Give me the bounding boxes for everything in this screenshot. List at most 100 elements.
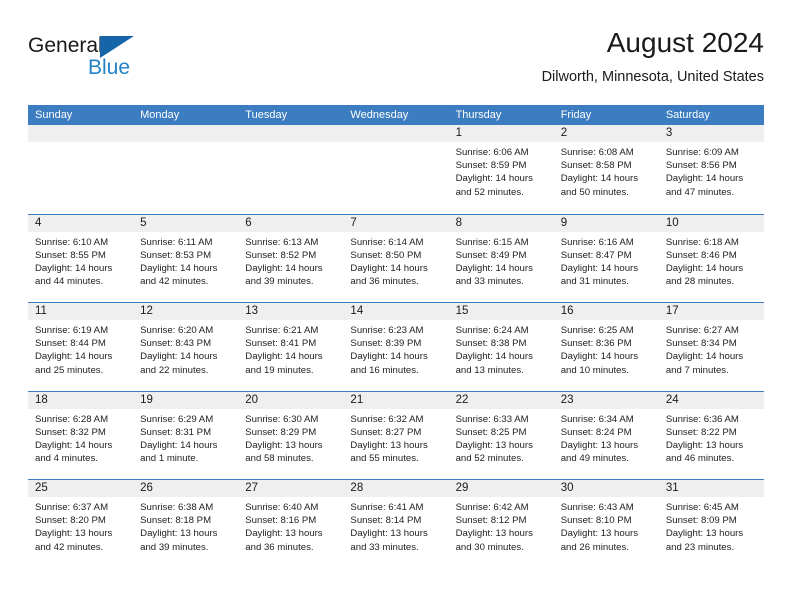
day-number: 17 — [658, 303, 764, 320]
day-number: 12 — [133, 303, 239, 320]
calendar-day-cell[interactable]: 15 Sunrise: 6:24 AM Sunset: 8:38 PM Dayligh… — [448, 303, 554, 391]
day-sun-info: Sunrise: 6:20 AM Sunset: 8:43 PM Daylight:… — [133, 320, 238, 377]
calendar-week-row: 4 Sunrise: 6:10 AM Sunset: 8:55 PM Daylight… — [28, 213, 764, 302]
calendar-day-cell[interactable]: 13 Sunrise: 6:21 AM Sunset: 8:41 PM Dayligh… — [238, 303, 344, 391]
day-sun-info: Sunrise: 6:34 AM Sunset: 8:24 PM Daylight:… — [554, 409, 659, 466]
day-daylight-1-text: Daylight: 13 hours — [665, 439, 744, 451]
day-sunset-text: Sunset: 8:46 PM — [665, 249, 737, 261]
day-number: 10 — [658, 214, 764, 232]
day-sun-info: Sunrise: 6:37 AM Sunset: 8:20 PM Daylight:… — [28, 497, 133, 554]
calendar-day-cell[interactable]: 5 Sunrise: 6:11 AM Sunset: 8:53 PM Daylight… — [133, 214, 239, 302]
calendar-day-cell[interactable]: 14 Sunrise: 6:23 AM Sunset: 8:39 PM Dayligh… — [343, 303, 449, 391]
calendar-day-cell[interactable]: 23 Sunrise: 6:34 AM Sunset: 8:24 PM Dayligh… — [553, 391, 659, 479]
day-number — [343, 125, 449, 142]
calendar-day-cell[interactable]: 4 Sunrise: 6:10 AM Sunset: 8:55 PM Daylight… — [28, 214, 134, 302]
calendar-day-cell[interactable]: 17 Sunrise: 6:27 AM Sunset: 8:34 PM Dayligh… — [658, 303, 764, 391]
calendar-day-cell[interactable]: 1 Sunrise: 6:06 AM Sunset: 8:59 PM Daylight… — [448, 125, 554, 214]
calendar-day-cell[interactable]: 21 Sunrise: 6:32 AM Sunset: 8:27 PM Dayligh… — [343, 391, 449, 479]
day-number: 24 — [658, 391, 764, 409]
day-number: 16 — [553, 303, 659, 320]
day-sun-info: Sunrise: 6:24 AM Sunset: 8:38 PM Daylight:… — [449, 320, 554, 377]
calendar-week-row: 25 Sunrise: 6:37 AM Sunset: 8:20 PM Dayligh… — [28, 479, 764, 568]
day-sunset-text: Sunset: 8:52 PM — [245, 249, 317, 261]
day-daylight-2-text: and 7 minutes. — [665, 364, 729, 376]
day-daylight-2-text: and 47 minutes. — [665, 186, 735, 198]
day-daylight-1-text: Daylight: 13 hours — [455, 528, 533, 540]
calendar-weeks: 1 Sunrise: 6:06 AM Sunset: 8:59 PM Daylight… — [28, 125, 764, 568]
day-sunset-text: Sunset: 8:18 PM — [140, 515, 212, 527]
calendar-day-cell[interactable]: 25 Sunrise: 6:37 AM Sunset: 8:20 PM Dayligh… — [28, 480, 134, 568]
calendar-day-cell[interactable]: 3 Sunrise: 6:09 AM Sunset: 8:56 PM Daylight… — [658, 125, 764, 214]
day-daylight-1-text: Daylight: 14 hours — [560, 173, 639, 185]
day-sunrise-text: Sunrise: 6:43 AM — [560, 502, 634, 513]
calendar-day-cell[interactable]: 9 Sunrise: 6:16 AM Sunset: 8:47 PM Daylight… — [553, 214, 659, 302]
day-number: 30 — [553, 480, 659, 497]
calendar-day-cell[interactable]: 11 Sunrise: 6:19 AM Sunset: 8:44 PM Dayligh… — [28, 303, 134, 391]
day-daylight-2-text: and 49 minutes. — [560, 453, 629, 465]
calendar-day-cell[interactable]: 24 Sunrise: 6:36 AM Sunset: 8:22 PM Dayligh… — [658, 391, 764, 479]
day-daylight-1-text: Daylight: 13 hours — [350, 528, 428, 540]
day-sunrise-text: Sunrise: 6:25 AM — [560, 325, 634, 336]
calendar-day-cell[interactable]: 28 Sunrise: 6:41 AM Sunset: 8:14 PM Dayligh… — [343, 480, 449, 568]
day-sunset-text: Sunset: 8:47 PM — [560, 249, 632, 261]
day-number: 22 — [448, 391, 554, 409]
calendar-day-cell[interactable]: 2 Sunrise: 6:08 AM Sunset: 8:58 PM Daylight… — [553, 125, 659, 214]
day-daylight-1-text: Daylight: 14 hours — [140, 351, 218, 363]
calendar-day-cell[interactable]: 16 Sunrise: 6:25 AM Sunset: 8:36 PM Dayligh… — [553, 303, 659, 391]
page-header: General Blue August 2024 Dilworth, Minne… — [28, 26, 764, 98]
general-blue-logo[interactable]: General Blue — [28, 34, 228, 94]
day-sunrise-text: Sunrise: 6:23 AM — [350, 325, 424, 336]
calendar-day-cell[interactable]: 31 Sunrise: 6:45 AM Sunset: 8:09 PM Dayligh… — [658, 480, 764, 568]
day-sun-info: Sunrise: 6:43 AM Sunset: 8:10 PM Daylight:… — [554, 497, 659, 554]
day-sunset-text: Sunset: 8:14 PM — [350, 515, 422, 527]
calendar-day-cell[interactable]: 7 Sunrise: 6:14 AM Sunset: 8:50 PM Daylight… — [343, 214, 449, 302]
calendar-day-cell-empty — [343, 125, 449, 214]
day-sun-info: Sunrise: 6:14 AM Sunset: 8:50 PM Daylight:… — [343, 232, 448, 289]
calendar-day-cell[interactable]: 20 Sunrise: 6:30 AM Sunset: 8:29 PM Dayligh… — [238, 391, 344, 479]
calendar-day-cell[interactable]: 19 Sunrise: 6:29 AM Sunset: 8:31 PM Dayligh… — [133, 391, 239, 479]
day-daylight-2-text: and 33 minutes. — [455, 276, 524, 288]
day-number — [238, 125, 344, 142]
calendar-day-cell[interactable]: 18 Sunrise: 6:28 AM Sunset: 8:32 PM Dayligh… — [28, 391, 134, 479]
day-number — [133, 125, 239, 142]
day-number: 27 — [238, 480, 344, 497]
day-daylight-2-text: and 26 minutes. — [560, 541, 629, 553]
day-sunset-text: Sunset: 8:49 PM — [455, 249, 527, 261]
calendar-day-cell[interactable]: 27 Sunrise: 6:40 AM Sunset: 8:16 PM Dayligh… — [238, 480, 344, 568]
day-daylight-2-text: and 52 minutes. — [455, 186, 524, 198]
day-daylight-2-text: and 36 minutes. — [245, 541, 314, 553]
day-daylight-2-text: and 19 minutes. — [245, 364, 314, 376]
day-sunset-text: Sunset: 8:50 PM — [350, 249, 422, 261]
day-daylight-2-text: and 23 minutes. — [665, 541, 735, 553]
day-daylight-2-text: and 1 minute. — [140, 453, 199, 465]
day-daylight-2-text: and 28 minutes. — [665, 276, 735, 288]
calendar-day-cell[interactable]: 22 Sunrise: 6:33 AM Sunset: 8:25 PM Dayligh… — [448, 391, 554, 479]
day-daylight-1-text: Daylight: 14 hours — [350, 351, 428, 363]
day-number: 23 — [553, 391, 659, 409]
calendar-day-cell[interactable]: 12 Sunrise: 6:20 AM Sunset: 8:43 PM Dayligh… — [133, 303, 239, 391]
day-daylight-1-text: Daylight: 13 hours — [665, 528, 744, 540]
day-number: 2 — [553, 125, 659, 142]
day-number: 9 — [553, 214, 659, 232]
day-number: 5 — [133, 214, 239, 232]
calendar-day-cell[interactable]: 30 Sunrise: 6:43 AM Sunset: 8:10 PM Dayligh… — [553, 480, 659, 568]
day-daylight-1-text: Daylight: 14 hours — [560, 262, 639, 274]
day-sunset-text: Sunset: 8:34 PM — [665, 338, 737, 350]
calendar-day-cell-empty — [238, 125, 344, 214]
day-sunrise-text: Sunrise: 6:45 AM — [665, 502, 739, 513]
day-number: 20 — [238, 391, 344, 409]
calendar-day-cell[interactable]: 26 Sunrise: 6:38 AM Sunset: 8:18 PM Dayligh… — [133, 480, 239, 568]
day-sunset-text: Sunset: 8:22 PM — [665, 426, 737, 438]
day-sunset-text: Sunset: 8:44 PM — [35, 338, 106, 350]
day-number: 6 — [238, 214, 344, 232]
day-sun-info: Sunrise: 6:06 AM Sunset: 8:59 PM Daylight:… — [449, 142, 554, 199]
calendar-day-cell[interactable]: 8 Sunrise: 6:15 AM Sunset: 8:49 PM Daylight… — [448, 214, 554, 302]
day-daylight-1-text: Daylight: 13 hours — [35, 528, 113, 540]
day-number: 21 — [343, 391, 449, 409]
day-number: 26 — [133, 480, 239, 497]
day-sunset-text: Sunset: 8:32 PM — [35, 426, 106, 438]
calendar-day-cell[interactable]: 29 Sunrise: 6:42 AM Sunset: 8:12 PM Dayligh… — [448, 480, 554, 568]
day-daylight-1-text: Daylight: 14 hours — [455, 351, 533, 363]
calendar-day-cell[interactable]: 6 Sunrise: 6:13 AM Sunset: 8:52 PM Daylight… — [238, 214, 344, 302]
calendar-day-cell[interactable]: 10 Sunrise: 6:18 AM Sunset: 8:46 PM Dayligh… — [658, 214, 764, 302]
